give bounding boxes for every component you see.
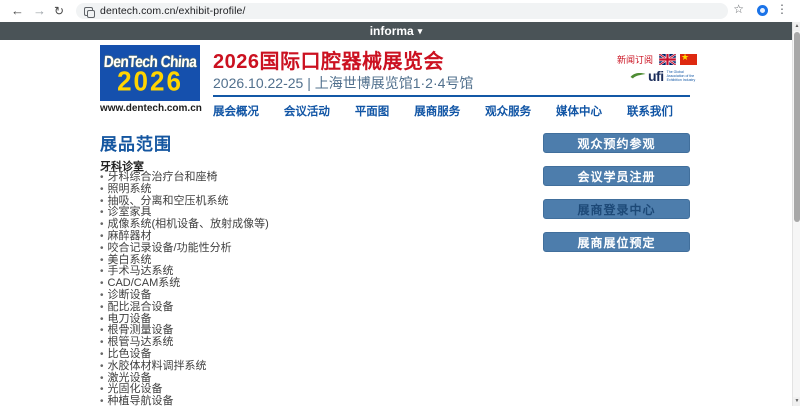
ufi-leaf-icon [630, 72, 646, 80]
browser-address-bar: ← → ↻ dentech.com.cn/exhibit-profile/ ☆ … [0, 0, 800, 22]
dentech-logo[interactable]: DenTech China 2026 [100, 45, 200, 101]
list-item: 咬合记录设备/功能性分析 [100, 243, 269, 255]
logo-website-text: www.dentech.com.cn [100, 103, 202, 114]
nav-item-exhibitor-services[interactable]: 展商服务 [414, 103, 460, 119]
forward-icon[interactable]: → [33, 1, 46, 21]
bookmark-star-icon[interactable]: ☆ [733, 2, 744, 16]
nav-item-visitor-services[interactable]: 观众服务 [485, 103, 531, 119]
visitor-pre-registration-button[interactable]: 观众预约参观 [543, 133, 690, 153]
nav-item-floorplan[interactable]: 平面图 [355, 103, 390, 119]
browser-window: ← → ↻ dentech.com.cn/exhibit-profile/ ☆ … [0, 0, 800, 406]
scrollbar-thumb[interactable] [794, 32, 800, 222]
back-icon[interactable]: ← [11, 1, 24, 21]
section-heading-exhibit-profile: 展品范围 [100, 130, 172, 155]
exhibition-date-venue: 2026.10.22-25 | 上海世博展览馆1·2·4号馆 [213, 73, 473, 93]
booth-reservation-button[interactable]: 展商展位预定 [543, 232, 690, 252]
list-item: 种植导航设备 [100, 396, 269, 406]
newsletter-language-row: 新闻订阅 ★ [617, 53, 701, 66]
list-item: 配比混合设备 [100, 302, 269, 314]
url-text[interactable]: dentech.com.cn/exhibit-profile/ [100, 5, 246, 17]
exhibit-items-list: 牙科综合治疗台和座椅 照明系统 抽吸、分离和空压机系统 诊室家具 成像系统(相机… [100, 172, 269, 406]
china-flag-icon[interactable]: ★ [680, 54, 697, 65]
list-item: 照明系统 [100, 184, 269, 196]
exhibitor-login-button[interactable]: 展商登录中心 [543, 199, 690, 219]
chevron-down-icon: ▾ [418, 26, 423, 37]
url-field[interactable]: dentech.com.cn/exhibit-profile/ [76, 3, 728, 19]
ufi-tagline: The Global Association of the Exhibition… [667, 70, 697, 82]
informa-label: informa [370, 24, 414, 38]
ufi-logo: ufi The Global Association of the Exhibi… [630, 68, 697, 84]
newsletter-link[interactable]: 新闻订阅 [617, 53, 653, 66]
nav-item-overview[interactable]: 展会概况 [213, 103, 259, 119]
nav-item-conference[interactable]: 会议活动 [284, 103, 330, 119]
site-info-icon[interactable] [84, 7, 93, 16]
page-scrollbar[interactable]: ▲ ▼ [792, 22, 800, 406]
list-item: 诊断设备 [100, 290, 269, 302]
conference-registration-button[interactable]: 会议学员注册 [543, 166, 690, 186]
browser-menu-icon[interactable]: ⋮ [776, 2, 788, 16]
main-navigation: 展会概况 会议活动 平面图 展商服务 观众服务 媒体中心 联系我们 [213, 103, 673, 119]
nav-divider-line [213, 95, 690, 97]
page-title-exhibition: 2026国际口腔器械展览会 [213, 45, 444, 74]
informa-dropdown-bar[interactable]: informa ▾ [0, 22, 792, 40]
logo-line2: 2026 [117, 68, 183, 93]
reload-icon[interactable]: ↻ [54, 1, 64, 21]
uk-flag-icon[interactable] [659, 54, 676, 65]
list-item: 麻醉器材 [100, 231, 269, 243]
profile-icon[interactable] [757, 5, 768, 16]
list-item: 水胶体材料调拌系统 [100, 361, 269, 373]
nav-item-contact-us[interactable]: 联系我们 [627, 103, 673, 119]
scroll-up-icon[interactable]: ▲ [793, 22, 800, 31]
nav-item-media-center[interactable]: 媒体中心 [556, 103, 602, 119]
scroll-down-icon[interactable]: ▼ [793, 397, 800, 406]
list-item: 比色设备 [100, 349, 269, 361]
ufi-wordmark: ufi [648, 68, 664, 84]
